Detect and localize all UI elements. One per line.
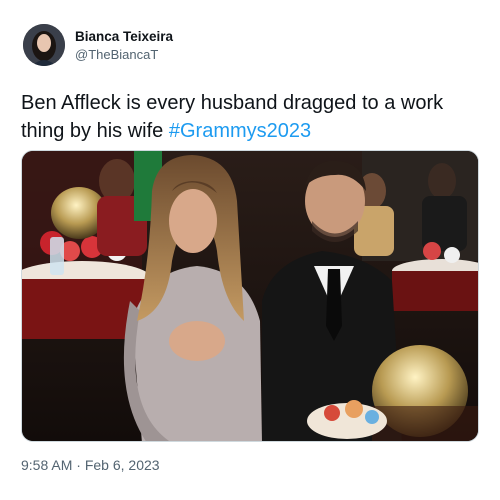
avatar[interactable]	[23, 24, 65, 66]
timestamp-separator: ·	[72, 457, 85, 473]
hashtag-link[interactable]: #Grammys2023	[169, 120, 311, 142]
tweet-time[interactable]: 9:58 AM	[21, 457, 72, 473]
tweet-timestamp[interactable]: 9:58 AM · Feb 6, 2023	[21, 457, 160, 473]
author-display-name[interactable]: Bianca Teixeira	[75, 29, 173, 44]
tweet-date[interactable]: Feb 6, 2023	[85, 457, 160, 473]
photo-illustration	[22, 151, 478, 441]
avatar-image	[23, 24, 65, 66]
author-handle[interactable]: @TheBiancaT	[75, 47, 158, 62]
tweet-photo[interactable]	[21, 150, 479, 442]
tweet-text: Ben Affleck is every husband dragged to …	[21, 89, 481, 145]
